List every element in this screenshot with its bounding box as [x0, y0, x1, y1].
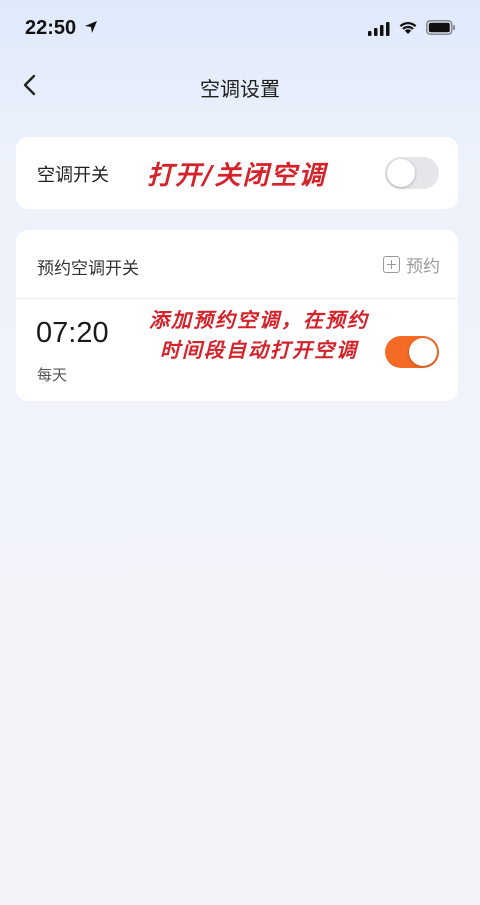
toggle-knob [409, 338, 437, 366]
schedule-repeat: 每天 [37, 366, 68, 384]
schedule-item[interactable]: 07:20 每天 添加预约空调，在预约 时间段自动打开空调 [16, 299, 458, 401]
ac-switch-annotation: 打开/关闭空调 [147, 161, 327, 191]
plus-square-icon [383, 256, 400, 273]
ac-power-toggle[interactable] [385, 157, 439, 189]
schedule-header-label: 预约空调开关 [37, 259, 139, 279]
add-schedule-label: 预约 [406, 257, 440, 277]
toggle-knob [387, 159, 415, 187]
schedule-annotation-line2: 时间段自动打开空调 [160, 338, 358, 362]
add-schedule-button[interactable]: 预约 [383, 252, 440, 277]
ac-switch-label: 空调开关 [37, 165, 109, 186]
schedule-annotation: 添加预约空调，在预约 时间段自动打开空调 [124, 305, 394, 365]
wifi-icon [399, 21, 417, 34]
status-time: 22:50 [25, 17, 77, 39]
schedule-toggle[interactable] [385, 336, 439, 368]
location-arrow-icon [85, 21, 97, 33]
cellular-signal-icon [368, 22, 390, 36]
schedule-annotation-line1: 添加预约空调，在预约 [149, 308, 369, 332]
nav-bar: 空调设置 [0, 62, 480, 108]
schedule-time: 07:20 [36, 317, 109, 349]
status-bar: 22:50 [0, 0, 480, 56]
page-title: 空调设置 [200, 77, 280, 101]
schedule-card: 预约空调开关 预约 07:20 每天 添加预约空调，在预约 时间段自动打开空调 [16, 230, 458, 401]
ac-switch-card: 空调开关 打开/关闭空调 [16, 137, 458, 209]
battery-icon [426, 20, 455, 35]
